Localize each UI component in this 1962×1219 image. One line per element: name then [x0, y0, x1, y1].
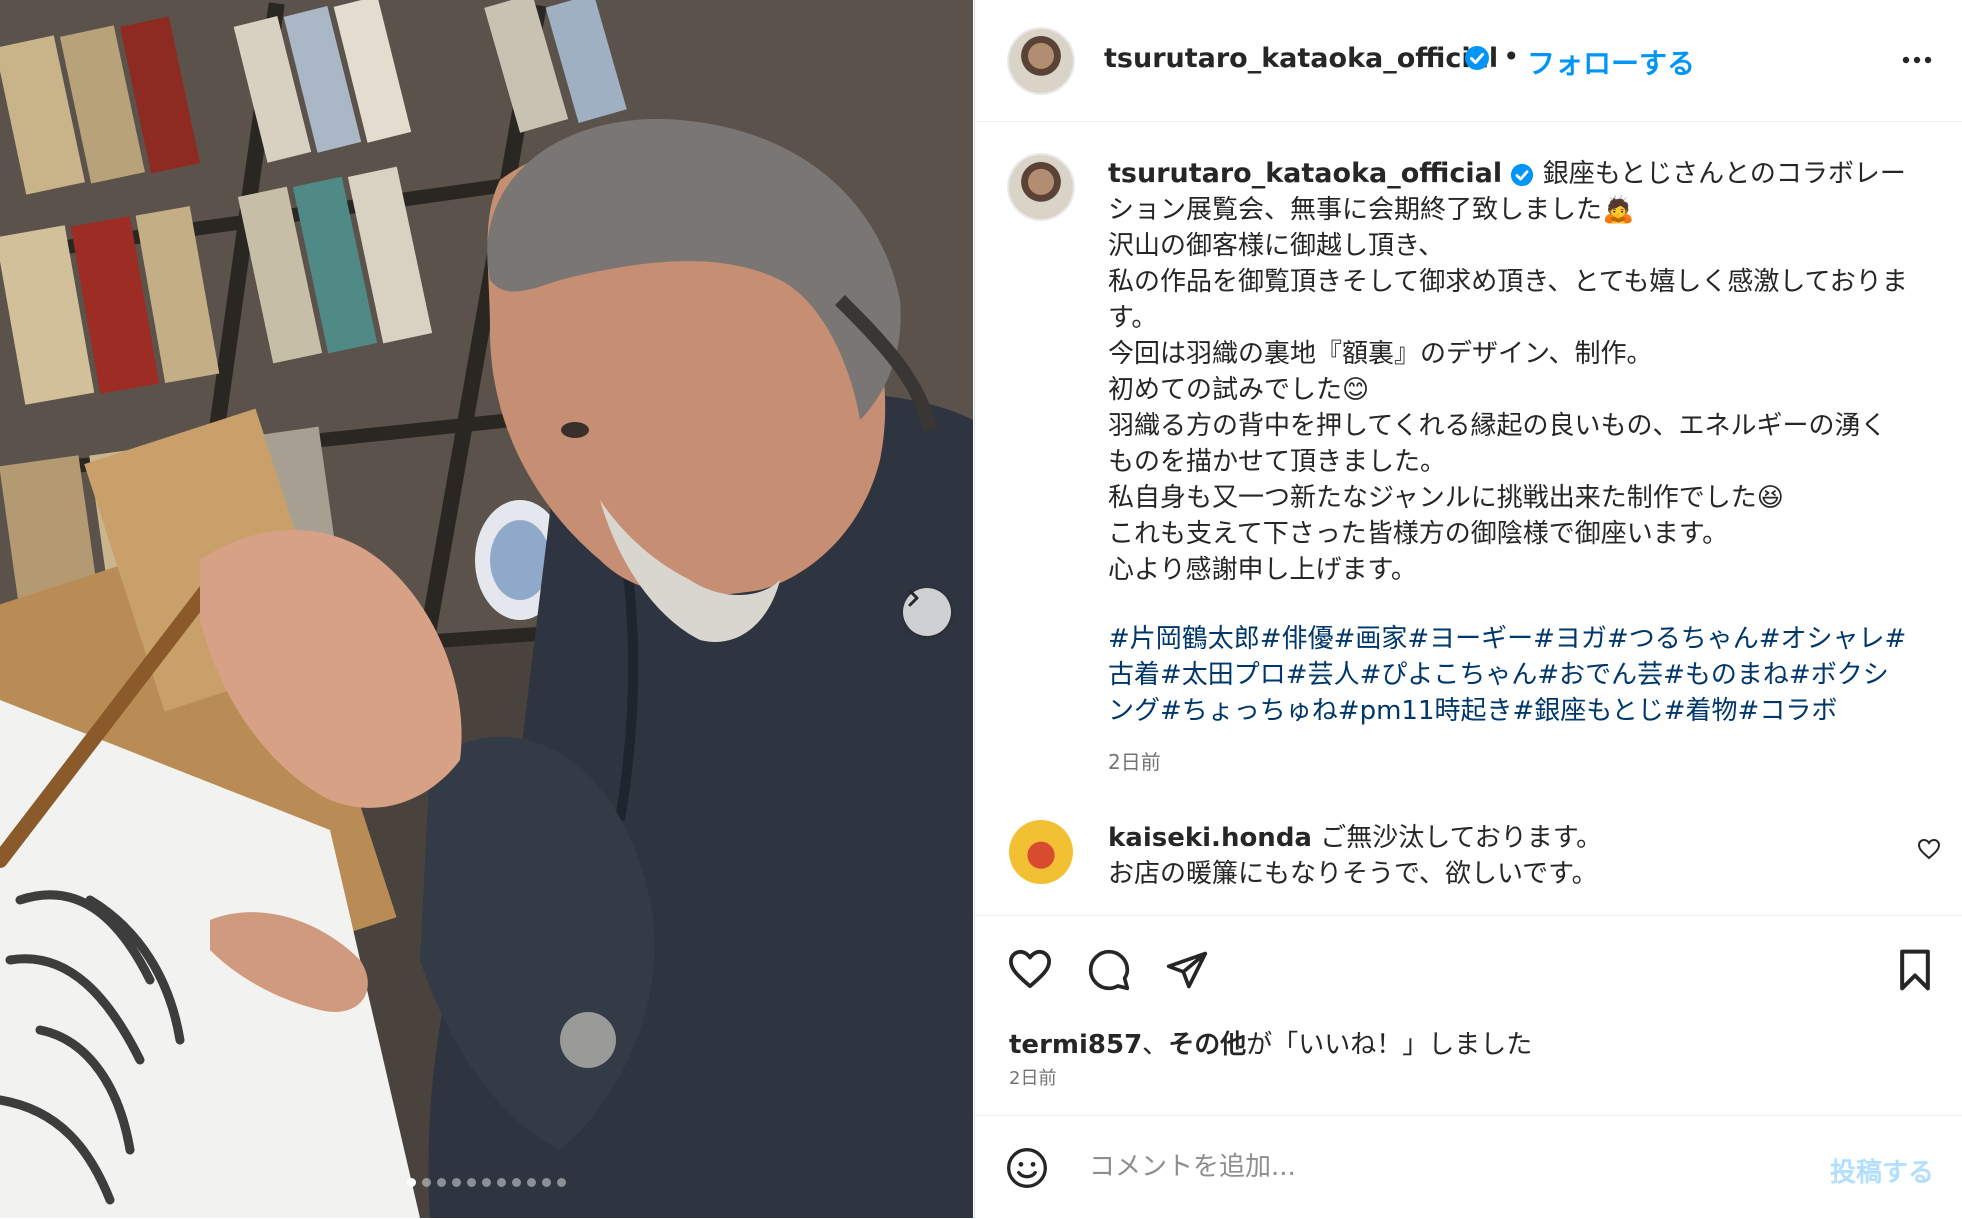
caption-author-avatar[interactable]	[1009, 155, 1073, 219]
follow-button[interactable]: フォローする	[1527, 42, 1695, 82]
caption-hashtags[interactable]: #片岡鶴太郎#俳優#画家#ヨーギー#ヨガ#つるちゃん#オシャレ#古着#太田プロ#…	[1108, 621, 1908, 729]
add-comment-bar: 投稿する	[975, 1115, 1962, 1219]
carousel-dots	[0, 1178, 973, 1187]
author-username[interactable]: tsurutaro_kataoka_official	[1104, 43, 1498, 74]
carousel-dot[interactable]	[482, 1178, 491, 1187]
likes-others-link[interactable]: その他	[1168, 1030, 1246, 1060]
share-icon[interactable]	[1165, 948, 1209, 992]
more-icon[interactable]	[1900, 48, 1934, 72]
header-separator: •	[1503, 40, 1520, 73]
heart-icon[interactable]	[1007, 948, 1053, 990]
comment-text: kaiseki.honda ご無沙汰しております。 お店の暖簾にもなりそうで、欲…	[1108, 820, 1868, 892]
likes-separator: 、	[1142, 1030, 1169, 1060]
caption-body: 銀座もとじさんとのコラボレーション展覧会、無事に会期終了致しました🙇 沢山の御客…	[1108, 159, 1908, 585]
photo-artwork	[0, 0, 973, 1218]
comment-input[interactable]	[1087, 1144, 1771, 1190]
carousel-dot[interactable]	[527, 1178, 536, 1187]
post-timestamp: 2日前	[1009, 1068, 1057, 1089]
post-actions: termi857、その他が「いいね！」しました 2日前	[975, 915, 1962, 1116]
caption-username[interactable]: tsurutaro_kataoka_official	[1108, 158, 1502, 189]
carousel-dot[interactable]	[542, 1178, 551, 1187]
verified-icon	[1465, 46, 1489, 70]
carousel-dot[interactable]	[437, 1178, 446, 1187]
post-side-panel: tsurutaro_kataoka_official • フォローする tsur…	[974, 0, 1962, 1218]
carousel-dot[interactable]	[407, 1178, 416, 1187]
carousel-dot[interactable]	[512, 1178, 521, 1187]
likes-summary: termi857、その他が「いいね！」しました	[1009, 1024, 1532, 1061]
post-photo	[0, 0, 973, 1218]
carousel-dot[interactable]	[452, 1178, 461, 1187]
post-header: tsurutaro_kataoka_official • フォローする	[975, 0, 1962, 122]
comment-like-heart-icon[interactable]	[1917, 838, 1941, 860]
likes-suffix: が「いいね！」しました	[1246, 1030, 1533, 1060]
commenter-avatar[interactable]	[1009, 820, 1073, 884]
carousel-dot[interactable]	[422, 1178, 431, 1187]
post-comment-button[interactable]: 投稿する	[1830, 1152, 1934, 1189]
carousel-dot[interactable]	[497, 1178, 506, 1187]
commenter-username[interactable]: kaiseki.honda	[1108, 823, 1312, 853]
comment-icon[interactable]	[1087, 948, 1131, 992]
bookmark-icon[interactable]	[1895, 948, 1935, 992]
emoji-icon[interactable]	[1005, 1146, 1049, 1190]
caption-timestamp: 2日前	[1108, 750, 1161, 774]
post-caption: tsurutaro_kataoka_official 銀座もとじさんとのコラボレ…	[975, 121, 1962, 916]
comment-item: kaiseki.honda ご無沙汰しております。 お店の暖簾にもなりそうで、欲…	[975, 820, 1962, 910]
carousel-dot[interactable]	[557, 1178, 566, 1187]
caption-text: tsurutaro_kataoka_official 銀座もとじさんとのコラボレ…	[1108, 156, 1908, 588]
author-avatar[interactable]	[1009, 29, 1073, 93]
chevron-right-icon	[908, 589, 919, 607]
verified-icon	[1511, 163, 1534, 186]
liker-username[interactable]: termi857	[1009, 1030, 1142, 1060]
carousel-dot[interactable]	[467, 1178, 476, 1187]
carousel-next-button[interactable]	[903, 588, 951, 636]
